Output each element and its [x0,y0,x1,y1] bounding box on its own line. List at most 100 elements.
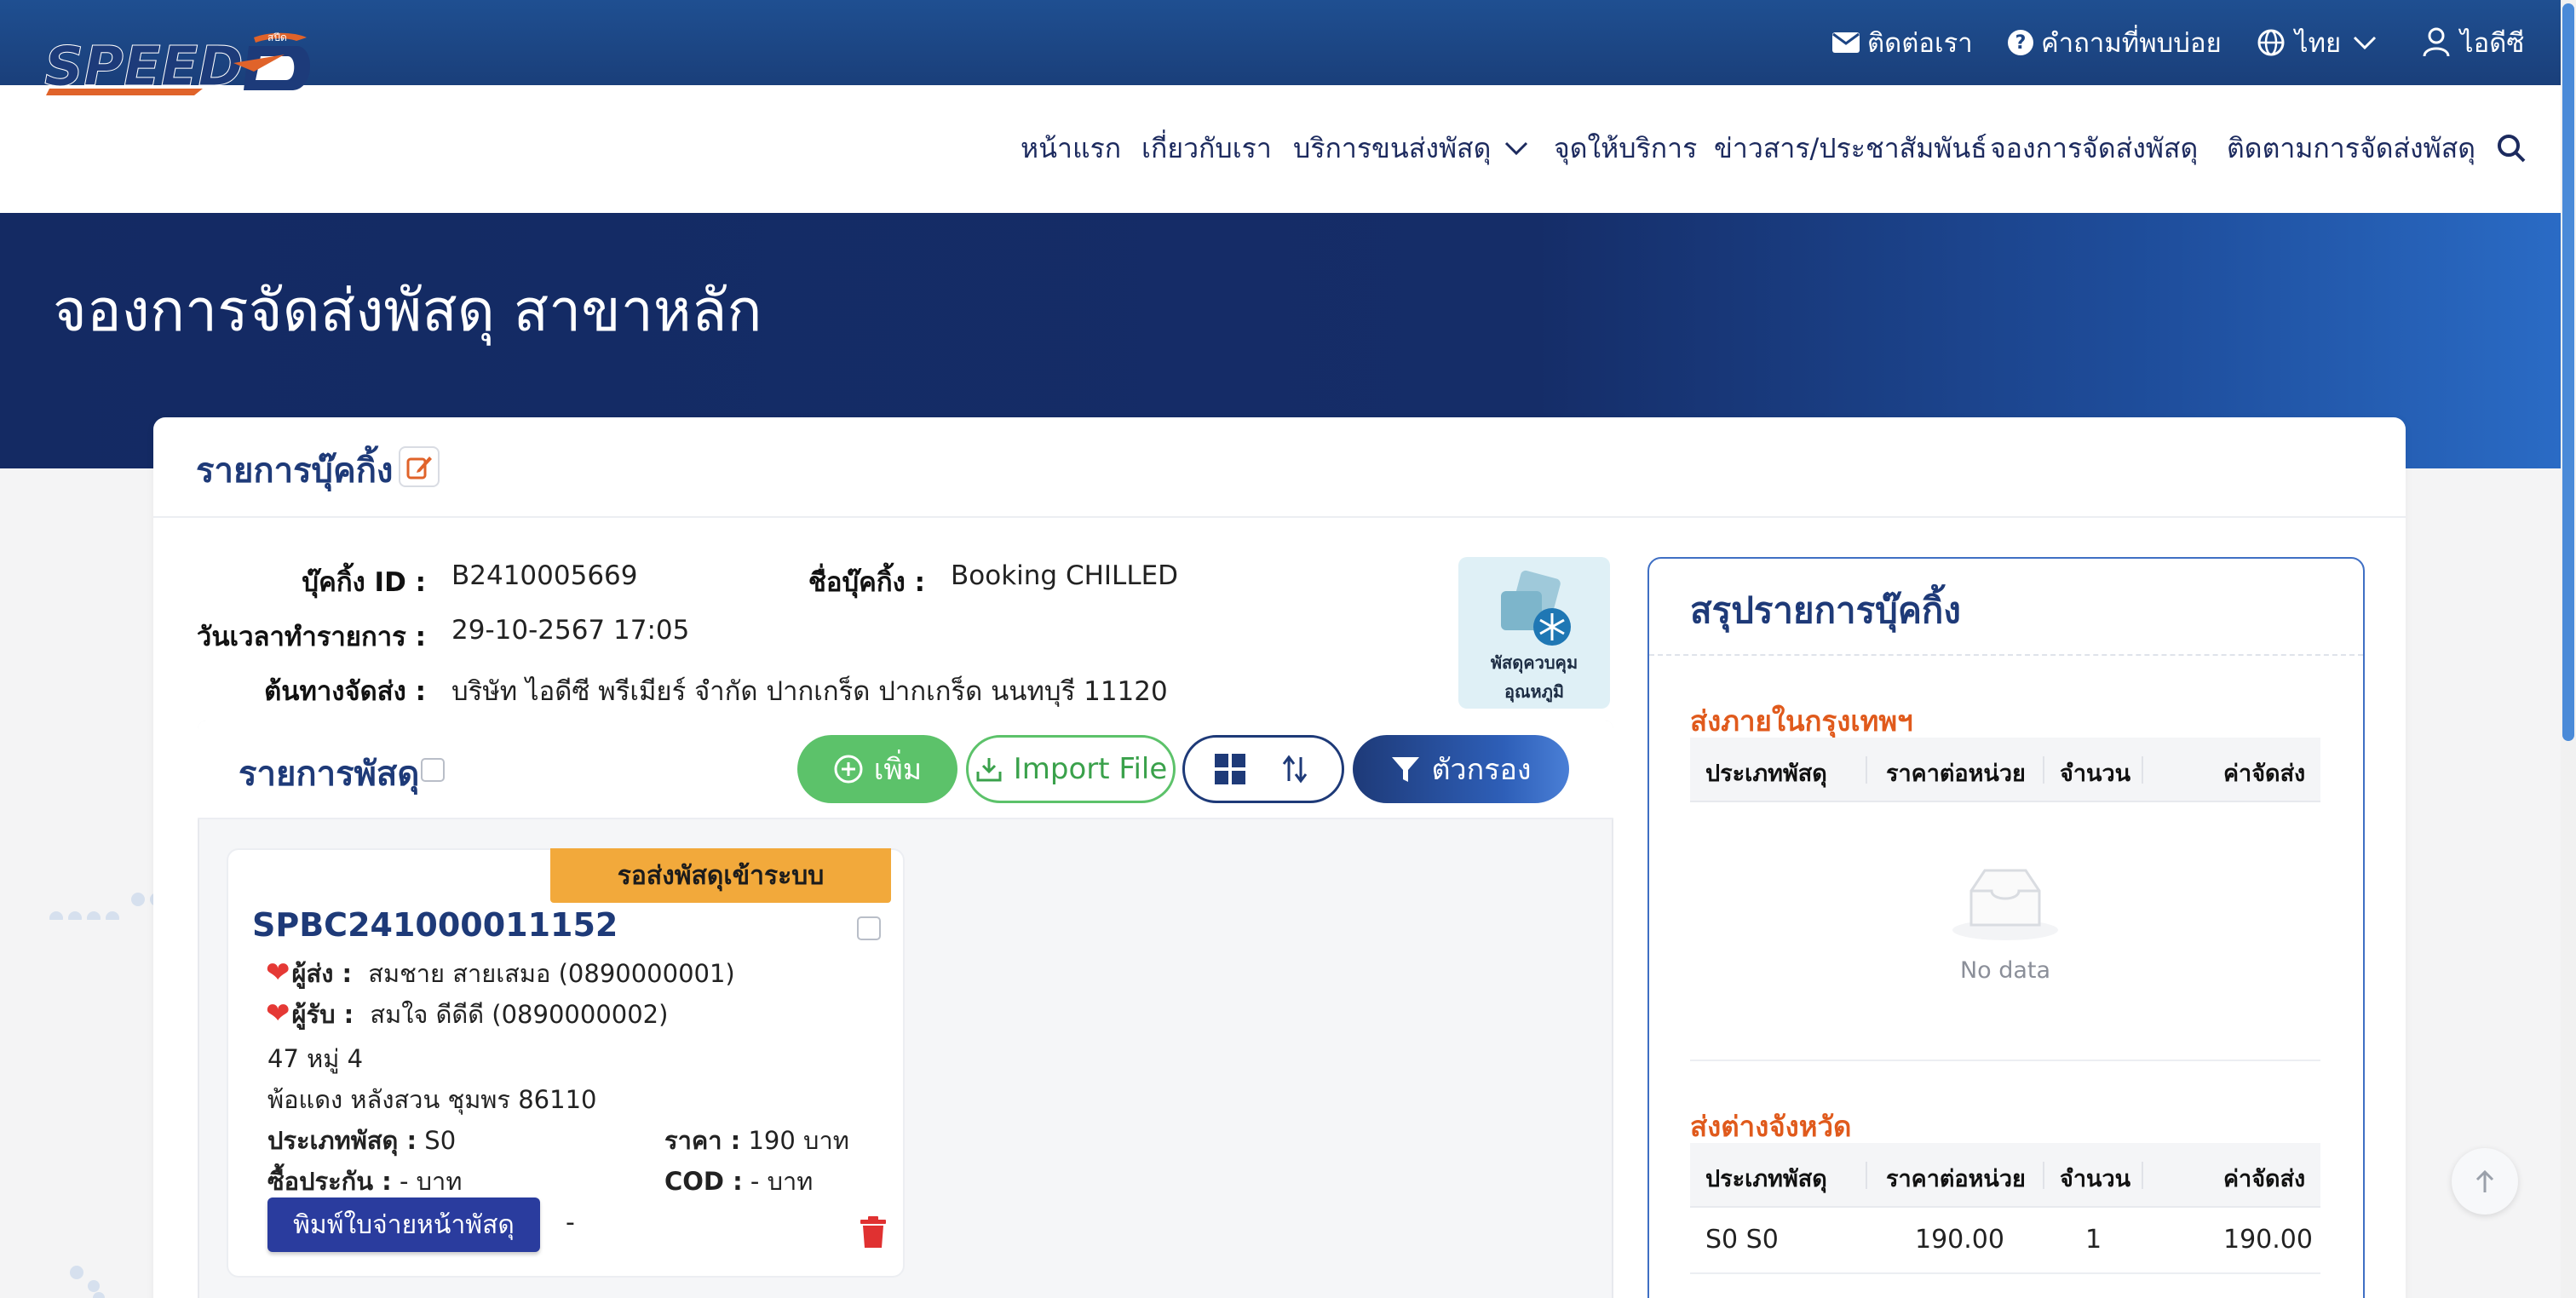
filter-label: ตัวกรอง [1431,753,1532,787]
parcel-tracking-number[interactable]: SPBC241000011152 [252,906,618,944]
contact-link[interactable]: ติดต่อเรา [1831,20,1973,65]
import-file-button[interactable]: Import File [966,735,1176,803]
page-title: จองการจัดส่งพัสดุ สาขาหลัก [53,278,762,345]
row-qty: 1 [2085,1225,2102,1255]
parcel-cod-value: - บาท [742,1167,814,1196]
grid-icon[interactable] [1214,753,1246,785]
nav-news[interactable]: ข่าวสาร/ประชาสัมพันธ์ [1714,128,1987,169]
language-label: ไทย [2295,28,2342,59]
booking-datetime-label: วันเวลาทำรายการ : [196,622,426,652]
empty-inbox-icon [1690,852,2320,949]
filter-button[interactable]: ตัวกรอง [1353,735,1569,803]
nav-service-points[interactable]: จุดให้บริการ [1554,128,1697,169]
add-parcel-button[interactable]: เพิ่ม [797,735,957,803]
search-icon[interactable] [2496,133,2527,164]
upcountry-col-type: ประเภทพัสดุ [1705,1166,1827,1192]
upcountry-col-qty: จำนวน [2060,1166,2131,1192]
select-all-checkbox[interactable] [421,758,445,782]
scrollbar-thumb[interactable] [2562,3,2574,741]
faq-label: คำถามที่พบบ่อย [2041,28,2222,59]
upcountry-col-fee: ค่าจัดส่ง [2223,1166,2306,1192]
sort-icon[interactable] [1279,752,1313,786]
parcel-extra: - [566,1208,575,1238]
row-type: S0 S0 [1705,1225,1779,1255]
add-parcel-label: เพิ่ม [873,753,923,787]
parcel-insurance-label: ซื้อประกัน : [267,1167,392,1196]
col-separator [1866,1162,1867,1189]
chilled-box-icon [1501,570,1571,646]
row-fee: 190.00 [2223,1225,2313,1255]
booking-section-title: รายการบุ๊คกิ้ง [196,451,394,491]
summary-title: สรุปรายการบุ๊คกิ้ง [1690,589,1961,631]
nav-about[interactable]: เกี่ยวกับเรา [1141,128,1272,169]
contact-label: ติดต่อเรา [1867,28,1973,59]
receiver-label: ผู้รับ : [291,1000,354,1029]
parcel-cod: COD : - บาท [664,1162,813,1201]
booking-name-value: Booking CHILLED [951,560,1179,591]
user-icon [2423,27,2450,57]
chilled-badge: พัสดุควบคุม อุณหภูมิ [1458,557,1610,709]
parcel-insurance: ซื้อประกัน : - บาท [267,1162,462,1201]
nav-services[interactable]: บริการขนส่งพัสดุ [1293,128,1528,169]
import-file-label: Import File [1013,752,1168,786]
download-icon [976,758,1002,782]
sender-line: ❤ผู้ส่ง : สมชาย สายเสมอ (0890000001) [266,954,735,993]
row-unit-price: 190.00 [1915,1225,2004,1255]
parcel-cod-label: COD : [664,1167,743,1196]
parcel-status-badge: รอส่งพัสดุเข้าระบบ [550,848,891,903]
view-toggle-button[interactable] [1182,735,1344,803]
col-separator [2142,1162,2143,1189]
parcel-checkbox[interactable] [857,916,881,940]
col-separator [1866,756,1867,784]
nav-services-label: บริการขนส่งพัสดุ [1293,131,1492,164]
scroll-to-top-button[interactable] [2452,1148,2518,1215]
section-divider [1690,1060,2320,1061]
speed-d-logo[interactable]: สปีด SPEED [41,29,315,101]
svg-text:สปีด: สปีด [267,32,287,43]
bangkok-col-fee: ค่าจัดส่ง [2223,761,2306,787]
booking-id-label: บุ๊คกิ้ง ID : [302,567,426,598]
nav-tracking[interactable]: ติดตามการจัดส่งพัสดุ [2227,128,2475,169]
table-row-border [1690,1272,2320,1274]
nav-home[interactable]: หน้าแรก [1021,128,1121,169]
no-data-text: No data [1959,957,2051,984]
parcel-list-title: รายการพัสดุ [239,755,420,794]
bangkok-col-unit-price: ราคาต่อหน่วย [1886,761,2026,787]
parcel-insurance-value: - บาท [391,1167,463,1196]
filter-icon [1392,757,1420,782]
arrow-up-icon [2475,1169,2494,1192]
help-icon: ? [2008,30,2033,55]
bangkok-col-qty: จำนวน [2060,761,2131,787]
svg-text:?: ? [2015,32,2027,54]
address-line-2: พ้อแดง หลังสวน ชุมพร 86110 [267,1085,597,1114]
col-separator [2142,756,2143,784]
parcel-price: ราคา : 190 บาท [664,1121,849,1160]
booking-card-header [153,417,2406,518]
upcountry-col-unit-price: ราคาต่อหน่วย [1886,1166,2026,1192]
booking-datetime-value: 29-10-2567 17:05 [451,615,690,646]
language-selector[interactable]: ไทย [2257,20,2377,65]
print-label-button[interactable]: พิมพ์ใบจ่ายหน้าพัสดุ [267,1197,540,1252]
faq-link[interactable]: ? คำถามที่พบบ่อย [2007,20,2222,65]
sender-label: ผู้ส่ง : [291,959,353,988]
heart-icon: ❤ [266,956,290,990]
nav-booking[interactable]: จองการจัดส่งพัสดุ [1990,128,2198,169]
edit-icon[interactable] [399,446,440,487]
mail-icon [1832,32,1860,53]
heart-icon: ❤ [266,996,290,1031]
parcel-type-label: ประเภทพัสดุ : [267,1126,417,1155]
summary-divider [1649,654,2363,656]
chevron-down-icon [1505,141,1528,156]
booking-origin-label: ต้นทางจัดส่ง : [264,676,426,707]
decorative-dots-bottom [70,1266,105,1298]
chilled-label-2: อุณหภูมิ [1504,681,1565,702]
globe-icon [2257,29,2285,56]
trash-icon[interactable] [859,1216,888,1249]
plus-circle-icon [834,755,863,784]
user-label: ไอดีซี [2460,28,2525,59]
col-separator [2043,756,2044,784]
booking-name-label: ชื่อบุ๊คกิ้ง : [808,567,925,598]
user-menu[interactable]: ไอดีซี [2423,20,2524,65]
chilled-label-1: พัสดุควบคุม [1490,652,1578,673]
parcel-price-label: ราคา : [664,1126,741,1155]
